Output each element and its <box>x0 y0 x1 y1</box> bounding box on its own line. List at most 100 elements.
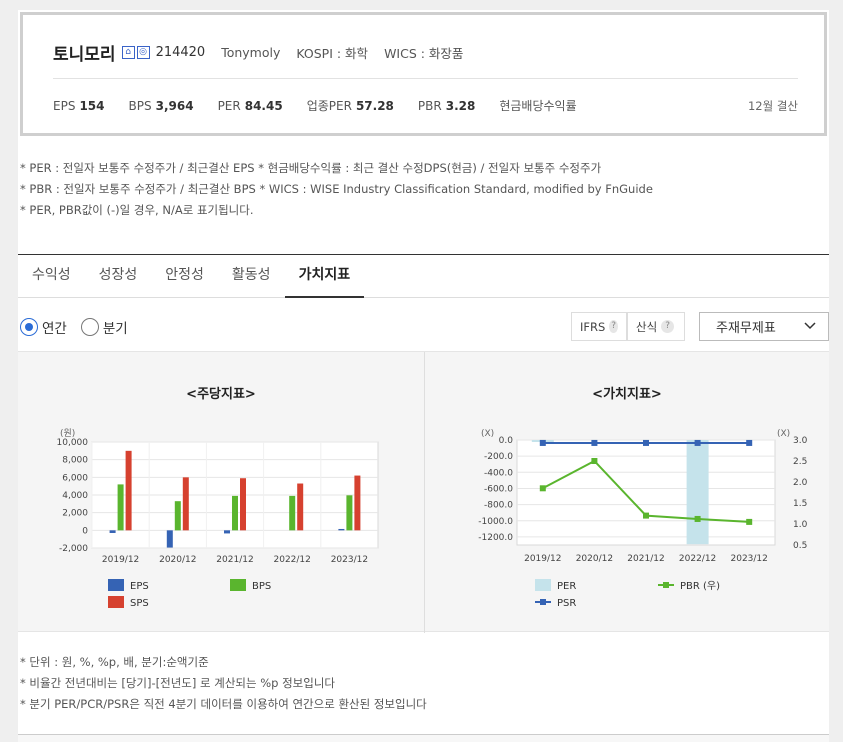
point-psr <box>591 439 598 446</box>
legend-swatch <box>108 579 124 591</box>
bar-sps <box>240 478 246 531</box>
bar-bps <box>117 484 124 531</box>
y-tick-label: 4,000 <box>62 491 88 501</box>
footnote-line: * 단위 : 원, %, %p, 배, 분기:순액기준 <box>20 655 209 669</box>
legend-swatch <box>108 596 124 608</box>
x-tick-label: 2022/12 <box>679 554 716 564</box>
bar-sps <box>125 450 132 531</box>
tab-profitability[interactable]: 수익성 <box>18 255 85 298</box>
bar-sps <box>297 483 304 531</box>
wics-sector: WICS : 화장품 <box>384 45 464 61</box>
legend-swatch <box>535 579 551 591</box>
bar-bps <box>174 501 181 531</box>
pbr-value: 3.28 <box>445 98 476 113</box>
sector-per-label: 업종PER <box>306 99 352 113</box>
x-tick-label: 2021/12 <box>216 555 253 565</box>
x-tick-label: 2019/12 <box>524 554 561 564</box>
point-psr <box>643 439 649 446</box>
left-tick-label: -800.0 <box>484 501 513 511</box>
right-tick-label: 1.0 <box>793 520 808 530</box>
company-summary-card: 토니모리 ⌂ ◎ 214420 Tonymoly KOSPI : 화학 WICS… <box>20 12 827 136</box>
footnote-line: * 분기 PER/PCR/PSR은 직전 4분기 데이터를 이용하여 연간으로 … <box>20 697 427 711</box>
dividend-yield-label: 현금배당수익률 <box>499 99 577 113</box>
legend-marker <box>663 582 669 588</box>
settlement-month: 12월 결산 <box>747 98 798 113</box>
right-tick-label: 3.0 <box>793 436 808 446</box>
period-selector: 연간 분기 <box>20 317 142 337</box>
left-tick-label: -600.0 <box>484 484 513 494</box>
statement-type-select[interactable]: 주재무제표 <box>699 312 829 341</box>
bar-sps <box>182 477 189 531</box>
bar-bps <box>289 495 296 531</box>
definition-notes: * PER : 전일자 보통주 수정주가 / 최근결산 EPS * 현금배당수익… <box>20 158 653 221</box>
charts-area: <주당지표> (원) 10,000 8,000 6,000 4,000 2,000 0 -2,… <box>18 351 829 633</box>
ifrs-label: IFRS <box>580 319 606 334</box>
company-name: 토니모리 <box>53 44 116 65</box>
y-tick-label: 8,000 <box>62 456 88 466</box>
per-share-chart-panel: <주당지표> (원) 10,000 8,000 6,000 4,000 2,000 0 -2,… <box>18 352 424 633</box>
stock-code: 214420 <box>155 44 206 60</box>
right-axis-unit: (X) <box>777 429 790 439</box>
per-value: 84.45 <box>244 98 283 113</box>
right-tick-label: 2.5 <box>793 457 807 467</box>
bps-label: BPS <box>128 98 152 113</box>
ifrs-option[interactable]: IFRS ? <box>571 312 627 341</box>
legend-swatch <box>230 579 246 591</box>
y-tick-label: 0 <box>82 526 88 536</box>
eps-value: 154 <box>79 98 105 113</box>
legend-label: PSR <box>557 598 576 609</box>
legend-label: PBR (우) <box>680 580 720 592</box>
note-line: * PBR : 전일자 보통주 수정주가 / 최근결산 BPS * WICS :… <box>20 182 653 196</box>
pbr-label: PBR <box>417 98 442 113</box>
footnote-line: * 비율간 전년대비는 [당기]-[전년도] 로 계산되는 %p 정보입니다 <box>20 676 335 690</box>
point-pbr <box>539 485 546 492</box>
y-tick-label: -2,000 <box>59 544 88 554</box>
card-divider <box>53 78 798 79</box>
bar-eps <box>224 530 230 534</box>
point-psr <box>539 439 546 446</box>
bar-eps <box>166 530 173 548</box>
help-icon[interactable]: ? <box>661 320 675 333</box>
eps-label: EPS <box>53 98 76 113</box>
annual-radio[interactable] <box>20 318 38 336</box>
formula-option[interactable]: 산식 ? <box>627 312 685 341</box>
y-tick-label: 2,000 <box>62 509 88 519</box>
home-icon[interactable]: ⌂ <box>121 45 135 59</box>
unit-footnotes: * 단위 : 원, %, %p, 배, 분기:순액기준 * 비율간 전년대비는 … <box>20 652 427 715</box>
help-icon[interactable]: ? <box>609 320 618 333</box>
statement-type-value: 주재무제표 <box>716 321 776 336</box>
legend-marker <box>540 599 546 605</box>
left-tick-label: -1000.0 <box>478 517 513 527</box>
right-tick-label: 1.5 <box>793 499 807 509</box>
legend-label: EPS <box>130 581 149 592</box>
x-tick-label: 2020/12 <box>159 555 196 565</box>
tab-growth[interactable]: 성장성 <box>85 255 152 298</box>
point-pbr <box>643 512 649 519</box>
bar-sps <box>354 475 361 531</box>
quarter-radio-label[interactable]: 분기 <box>103 317 128 337</box>
point-pbr <box>591 458 598 464</box>
quarter-radio[interactable] <box>80 318 99 336</box>
bps-value: 3,964 <box>155 98 194 113</box>
tab-valuation[interactable]: 가치지표 <box>284 255 365 298</box>
per-label: PER <box>217 98 241 113</box>
ir-icon[interactable]: ◎ <box>136 45 150 59</box>
left-tick-label: 0.0 <box>499 436 514 446</box>
bar-eps <box>338 528 345 531</box>
x-tick-label: 2019/12 <box>102 555 139 565</box>
annual-radio-label[interactable]: 연간 <box>42 317 67 337</box>
bar-bps <box>346 495 353 531</box>
note-line: * PER, PBR값이 (-)일 경우, N/A로 표기됩니다. <box>20 203 254 217</box>
next-table-header <box>18 734 829 742</box>
company-title-row: 토니모리 ⌂ ◎ 214420 Tonymoly KOSPI : 화학 WICS… <box>53 37 479 67</box>
bar-per <box>686 440 709 545</box>
tab-stability[interactable]: 안정성 <box>151 255 218 298</box>
tab-activity[interactable]: 활동성 <box>218 255 285 298</box>
x-tick-label: 2023/12 <box>731 554 768 564</box>
sector-per-value: 57.28 <box>355 98 394 113</box>
bar-eps <box>109 530 116 533</box>
point-pbr <box>746 518 753 525</box>
x-tick-label: 2021/12 <box>627 554 664 564</box>
left-axis-unit: (X) <box>481 429 494 439</box>
market-sector: KOSPI : 화학 <box>296 45 369 61</box>
